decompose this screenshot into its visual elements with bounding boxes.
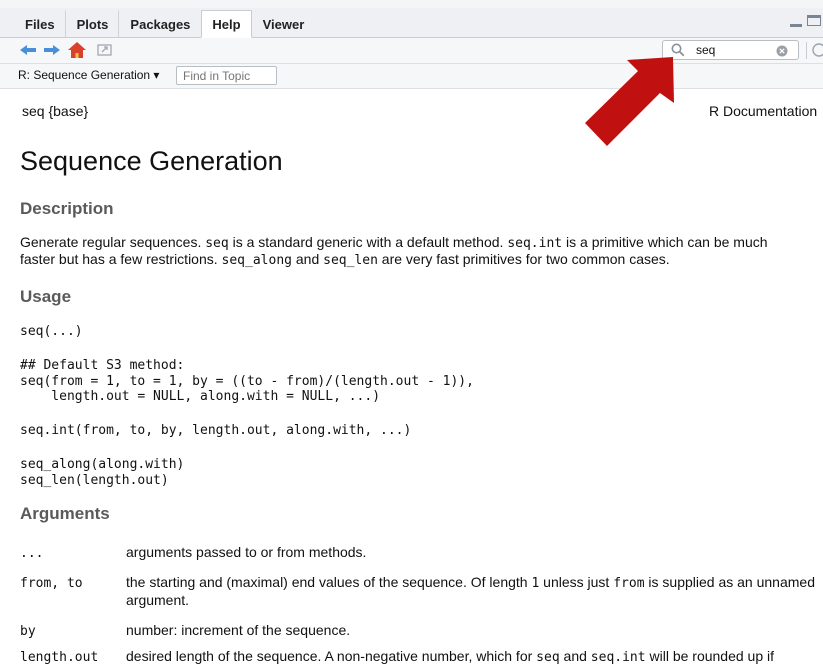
- inline-code: seq.int: [590, 650, 646, 665]
- text-run: Generate regular sequences.: [20, 234, 206, 250]
- text-run: the starting and (maximal) end values of…: [126, 574, 532, 590]
- inline-code: seq: [205, 236, 229, 251]
- text-run: number: increment of the sequence.: [126, 622, 351, 638]
- pane-tabs: Files Plots Packages Help Viewer: [14, 10, 315, 38]
- usage-code-3: seq.int(from, to, by, length.out, along.…: [20, 423, 412, 438]
- topic-history-dropdown[interactable]: R: Sequence Generation ▾: [18, 68, 159, 82]
- tab-viewer[interactable]: Viewer: [252, 10, 316, 37]
- tab-packages[interactable]: Packages: [119, 10, 201, 37]
- text-run: is a primitive which can be much: [562, 234, 768, 250]
- usage-code-2: ## Default S3 method: seq(from = 1, to =…: [20, 358, 474, 404]
- description-line-2: faster but has a few restrictions. seq_a…: [20, 251, 820, 269]
- argument-name: by: [20, 624, 36, 639]
- maximize-icon[interactable]: [807, 15, 821, 26]
- text-run: faster but has a few restrictions.: [20, 251, 222, 267]
- tab-files[interactable]: Files: [14, 10, 66, 37]
- doc-source-label: R Documentation: [709, 103, 818, 119]
- text-run: and: [559, 648, 591, 664]
- argument-description: number: increment of the sequence.: [126, 622, 821, 639]
- clear-search-icon[interactable]: [776, 44, 788, 62]
- description-line-1: Generate regular sequences. seq is a sta…: [20, 234, 820, 252]
- pane-tabbar: Files Plots Packages Help Viewer: [0, 0, 823, 38]
- topic-bar: R: Sequence Generation ▾: [0, 64, 823, 89]
- help-document: seq {base} R Documentation Sequence Gene…: [0, 88, 823, 668]
- minimize-icon[interactable]: [790, 24, 802, 27]
- usage-code-1: seq(...): [20, 324, 83, 339]
- text-run: desired length of the sequence. A non-ne…: [126, 648, 537, 664]
- description-heading: Description: [20, 199, 114, 218]
- pane-top-edge: [0, 0, 823, 8]
- doc-package-label: seq {base}: [22, 103, 89, 119]
- tab-plots[interactable]: Plots: [66, 10, 120, 37]
- search-icon: [671, 43, 685, 62]
- inline-code: seq: [536, 650, 560, 665]
- home-icon[interactable]: [66, 41, 88, 59]
- refresh-icon[interactable]: [811, 42, 823, 59]
- text-run: are very fast primitives for two common …: [377, 251, 670, 267]
- toolbar-divider: [806, 42, 807, 59]
- search-input-value[interactable]: seq: [696, 43, 715, 57]
- argument-description: desired length of the sequence. A non-ne…: [126, 648, 821, 668]
- argument-name: length.out: [20, 650, 99, 665]
- find-in-topic-input[interactable]: [176, 66, 277, 85]
- argument-name: from, to: [20, 576, 83, 591]
- argument-description: the starting and (maximal) end values of…: [126, 574, 821, 609]
- inline-code: seq.int: [507, 236, 563, 251]
- text-run: unless just: [539, 574, 614, 590]
- text-run: and: [291, 251, 324, 267]
- page-title: Sequence Generation: [20, 146, 283, 176]
- help-search-field[interactable]: seq: [662, 40, 799, 60]
- inline-code: seq_along: [221, 253, 292, 268]
- back-arrow-icon[interactable]: [18, 41, 38, 59]
- text-run: arguments passed to or from methods.: [126, 544, 367, 560]
- usage-code-4: seq_along(along.with) seq_len(length.out…: [20, 457, 185, 488]
- open-in-window-icon[interactable]: [96, 41, 114, 59]
- usage-heading: Usage: [20, 287, 72, 306]
- tab-help[interactable]: Help: [201, 10, 252, 38]
- inline-code: seq_len: [323, 253, 378, 268]
- argument-name: ...: [20, 546, 44, 561]
- text-run: is a standard generic with a default met…: [228, 234, 508, 250]
- argument-description: arguments passed to or from methods.: [126, 544, 821, 561]
- forward-arrow-icon[interactable]: [42, 41, 62, 59]
- inline-code: from: [613, 576, 645, 591]
- arguments-heading: Arguments: [20, 504, 110, 523]
